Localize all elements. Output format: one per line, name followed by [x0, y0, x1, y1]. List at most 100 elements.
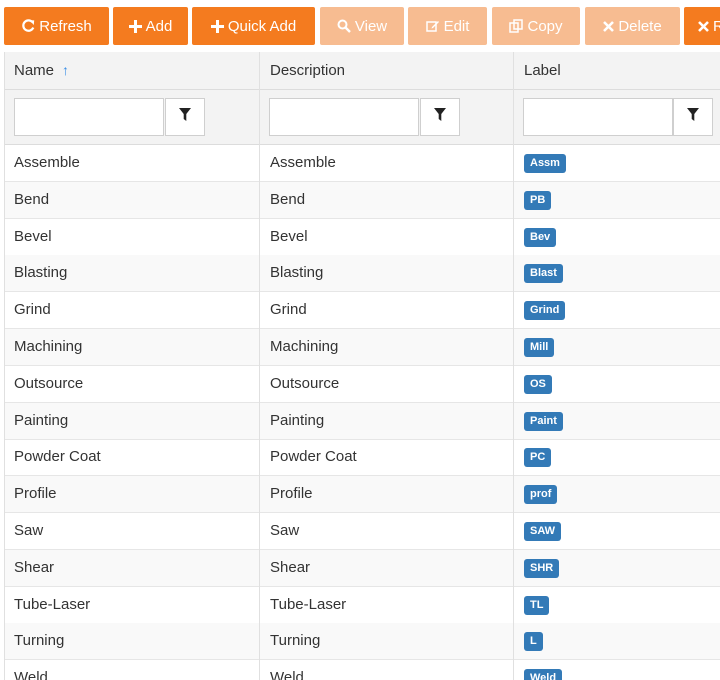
table-row[interactable]: Painting Painting Paint — [4, 402, 720, 440]
copy-button[interactable]: Copy — [492, 7, 580, 45]
label-badge: L — [524, 632, 543, 652]
edit-button[interactable]: Edit — [408, 7, 487, 45]
table-row[interactable]: Powder Coat Powder Coat PC — [4, 439, 720, 477]
cell-name: Machining — [14, 338, 83, 355]
cell-description: Weld — [270, 669, 304, 680]
table-row[interactable]: Bevel Bevel Bev — [4, 219, 720, 256]
table-row[interactable]: Outsource Outsource OS — [4, 366, 720, 403]
close-icon — [698, 20, 709, 32]
table-row[interactable]: Saw Saw SAW — [4, 513, 720, 550]
plus-icon — [128, 19, 142, 33]
label-badge: Grind — [524, 301, 566, 321]
column-header-name-label: Name — [14, 62, 55, 79]
table-row[interactable]: Profile Profile prof — [4, 476, 720, 514]
filter-icon — [179, 108, 191, 126]
cell-name: Assemble — [14, 154, 80, 171]
label-badge: OS — [524, 374, 552, 394]
search-icon — [337, 19, 351, 33]
data-grid: Name ↑ Description Label Assemble Assemble… — [4, 52, 720, 680]
column-header-name[interactable]: Name ↑ — [4, 52, 259, 89]
cell-name: Grind — [14, 301, 51, 319]
cell-name: Weld — [14, 669, 48, 680]
delete-button[interactable]: Delete — [585, 7, 680, 45]
label-badge: Mill — [524, 338, 555, 357]
cell-name: Turning — [14, 632, 65, 650]
cell-description: Shear — [270, 558, 311, 576]
label-badge: SAW — [524, 522, 562, 541]
table-row[interactable]: Machining Machining Mill — [4, 329, 720, 366]
label-badge: SHR — [524, 558, 560, 578]
description-filter-button[interactable] — [420, 98, 460, 136]
cell-name: Blasting — [14, 264, 68, 282]
column-divider — [4, 52, 5, 680]
table-row[interactable]: Assemble Assemble Assm — [4, 145, 720, 182]
refresh-button-label: Refresh — [39, 17, 92, 35]
cell-name: Bevel — [14, 227, 52, 245]
cell-description: Painting — [270, 411, 325, 429]
edit-button-label: Edit — [443, 17, 470, 35]
cell-description: Machining — [270, 338, 339, 355]
cell-name: Profile — [14, 485, 57, 503]
cell-description: Bevel — [270, 227, 308, 245]
delete-button-label: Delete — [618, 17, 662, 35]
cell-name: Saw — [14, 522, 44, 539]
cell-name: Powder Coat — [14, 448, 101, 466]
table-row[interactable]: Bend Bend PB — [4, 181, 720, 219]
table-row[interactable]: Tube-Laser Tube-Laser TL — [4, 587, 720, 624]
remove-button[interactable]: R — [684, 7, 720, 45]
cell-description: Assemble — [270, 154, 336, 171]
add-button-label: Add — [145, 17, 173, 35]
filter-icon — [687, 108, 699, 126]
label-badge: Weld — [524, 669, 563, 680]
label-badge: Blast — [524, 264, 563, 284]
cell-name: Painting — [14, 411, 69, 429]
table-row[interactable]: Weld Weld Weld — [4, 660, 720, 680]
edit-icon — [425, 19, 440, 33]
label-filter-input[interactable] — [523, 98, 673, 136]
cell-name: Bend — [14, 190, 50, 208]
cell-description: Grind — [270, 301, 307, 319]
cell-description: Powder Coat — [270, 448, 357, 466]
view-button[interactable]: View — [320, 7, 404, 45]
refresh-button[interactable]: Refresh — [4, 7, 109, 45]
label-badge: TL — [524, 595, 550, 615]
name-filter-input[interactable] — [14, 98, 164, 136]
copy-icon — [509, 19, 524, 33]
table-row[interactable]: Blasting Blasting Blast — [4, 255, 720, 293]
table-row[interactable]: Turning Turning L — [4, 623, 720, 661]
label-badge: Paint — [524, 411, 563, 431]
table-row[interactable]: Grind Grind Grind — [4, 292, 720, 330]
sort-ascending-icon: ↑ — [62, 62, 70, 78]
view-button-label: View — [354, 17, 388, 35]
label-badge: Assm — [524, 154, 566, 173]
column-divider — [259, 52, 260, 680]
label-badge: Bev — [524, 227, 557, 247]
refresh-icon — [21, 19, 35, 33]
plus-icon — [210, 19, 224, 33]
grid-header: Name ↑ Description Label — [4, 52, 720, 90]
cell-description: Turning — [270, 632, 321, 650]
add-button[interactable]: Add — [113, 7, 188, 45]
cell-name: Outsource — [14, 374, 84, 392]
label-badge: PC — [524, 448, 552, 468]
cell-name: Tube-Laser — [14, 595, 91, 613]
close-icon — [603, 20, 615, 32]
column-header-description[interactable]: Description — [260, 52, 515, 89]
column-divider — [513, 52, 514, 680]
cell-description: Outsource — [270, 374, 340, 392]
name-filter-button[interactable] — [165, 98, 205, 136]
column-header-label[interactable]: Label — [514, 52, 720, 89]
table-row[interactable]: Shear Shear SHR — [4, 549, 720, 587]
quick-add-button[interactable]: Quick Add — [192, 7, 315, 45]
label-badge: PB — [524, 190, 552, 210]
quick-add-button-label: Quick Add — [227, 17, 297, 35]
cell-description: Blasting — [270, 264, 324, 282]
copy-button-label: Copy — [527, 17, 563, 35]
cell-description: Profile — [270, 485, 313, 503]
cell-description: Bend — [270, 190, 306, 208]
label-filter-button[interactable] — [673, 98, 713, 136]
filter-row — [4, 90, 720, 145]
remove-button-label: R — [713, 17, 720, 35]
description-filter-input[interactable] — [269, 98, 419, 136]
filter-icon — [434, 108, 446, 126]
